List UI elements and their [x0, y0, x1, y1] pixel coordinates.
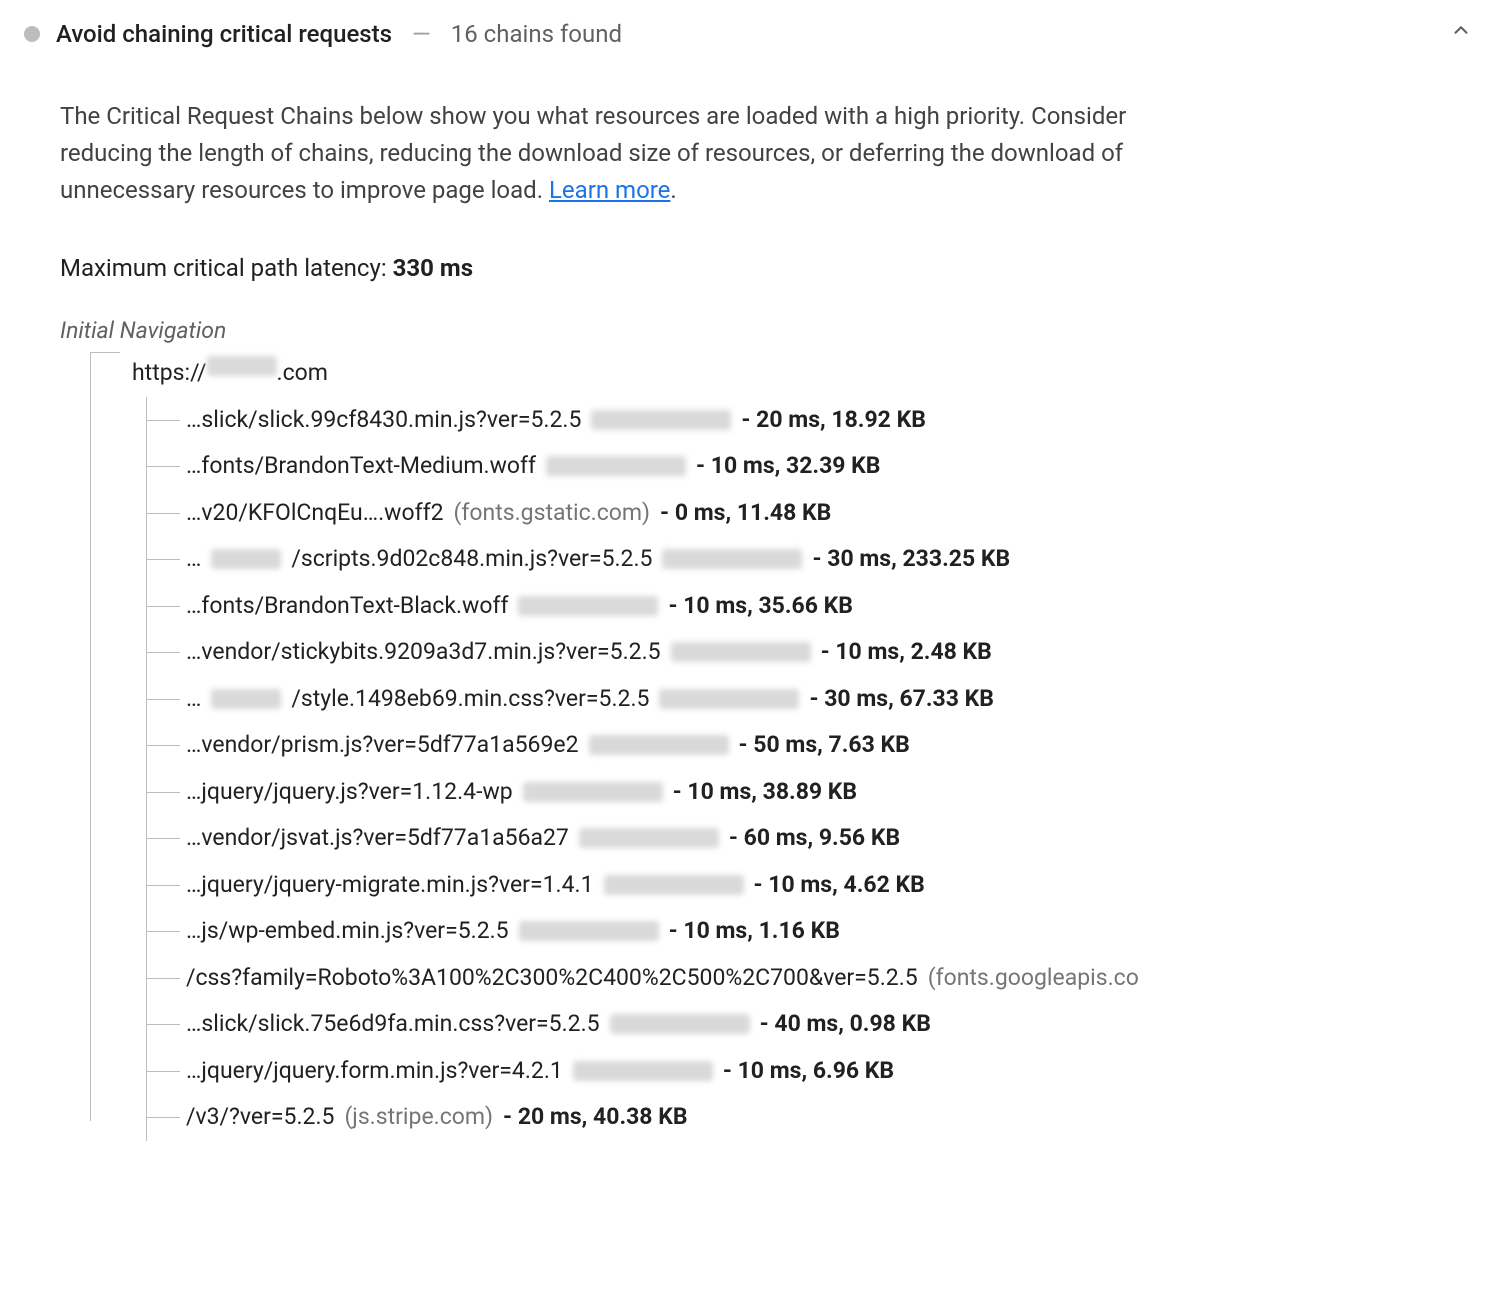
root-url: https://xxxx.com: [132, 352, 1472, 397]
initial-navigation-label: Initial Navigation: [60, 314, 1472, 349]
audit-description: The Critical Request Chains below show y…: [60, 98, 1140, 210]
chain-stats: - 50 ms, 7.63 KB: [739, 728, 910, 763]
chain-stats: - 10 ms, 6.96 KB: [723, 1054, 894, 1089]
chain-row: … xxxx/scripts.9d02c848.min.js?ver=5.2.5 x…: [186, 536, 1472, 583]
root-url-pre: https://: [132, 359, 207, 386]
chain-stats: - 10 ms, 1.16 KB: [669, 914, 840, 949]
chain-path: …jquery/jquery.form.min.js?ver=4.2.1: [186, 1054, 563, 1089]
redacted-host: xxxxxxx: [519, 921, 659, 941]
chain-path: …vendor/jsvat.js?ver=5df77a1a56a27: [186, 821, 569, 856]
audit-header[interactable]: Avoid chaining critical requests — 16 ch…: [24, 16, 1472, 52]
max-latency: Maximum critical path latency: 330 ms: [60, 250, 1472, 286]
chain-row: …jquery/jquery.js?ver=1.12.4-wp xxxxxxx - …: [186, 769, 1472, 816]
request-chain-list: …slick/slick.99cf8430.min.js?ver=5.2.5 xx…: [132, 397, 1472, 1141]
redacted-host: xxxxxxx: [573, 1061, 713, 1081]
chain-stats: - 20 ms, 40.38 KB: [503, 1100, 687, 1135]
chain-stats: - 10 ms, 4.62 KB: [754, 868, 925, 903]
chain-path: …vendor/prism.js?ver=5df77a1a569e2: [186, 728, 579, 763]
chain-stats: - 30 ms, 233.25 KB: [812, 542, 1010, 577]
chain-row: …slick/slick.99cf8430.min.js?ver=5.2.5 xx…: [186, 397, 1472, 444]
audit-panel: Avoid chaining critical requests — 16 ch…: [0, 0, 1496, 1165]
chain-count: 16 chains found: [451, 16, 622, 52]
audit-title: Avoid chaining critical requests: [56, 16, 392, 52]
max-latency-label: Maximum critical path latency:: [60, 254, 393, 282]
chevron-up-icon[interactable]: [1450, 18, 1472, 51]
chain-row: …vendor/jsvat.js?ver=5df77a1a56a27 xxxxxx…: [186, 815, 1472, 862]
chain-path: /css?family=Roboto%3A100%2C300%2C400%2C5…: [186, 961, 918, 996]
chain-host: (fonts.gstatic.com): [454, 496, 651, 531]
status-dot-icon: [24, 26, 40, 42]
chain-host: (js.stripe.com): [344, 1100, 493, 1135]
chain-path: …vendor/stickybits.9209a3d7.min.js?ver=5…: [186, 635, 661, 670]
redacted-host: xxxxxxx: [610, 1014, 750, 1034]
chain-path: /v3/?ver=5.2.5: [186, 1100, 334, 1135]
chain-path: …jquery/jquery.js?ver=1.12.4-wp: [186, 775, 513, 810]
chain-path-pre: …: [186, 682, 201, 717]
chain-row: …fonts/BrandonText-Medium.woff xxxxxxx - 1…: [186, 443, 1472, 490]
redacted-host: xxxxxxx: [518, 596, 658, 616]
chain-row: …js/wp-embed.min.js?ver=5.2.5 xxxxxxx - 10…: [186, 908, 1472, 955]
redacted-host: xxxxxxx: [579, 828, 719, 848]
chain-stats: - 40 ms, 0.98 KB: [760, 1007, 931, 1042]
tree-root: https://xxxx.com …slick/slick.99cf8430.m…: [60, 352, 1472, 1141]
redacted-host: xxxxxxx: [591, 410, 731, 430]
max-latency-value: 330 ms: [393, 254, 473, 282]
chain-stats: - 10 ms, 32.39 KB: [696, 449, 880, 484]
chain-row: …fonts/BrandonText-Black.woff xxxxxxx - 10…: [186, 583, 1472, 630]
chain-row: …v20/KFOlCnqEu….woff2 (fonts.gstatic.com)…: [186, 490, 1472, 537]
redacted-host: xxxxxxx: [671, 642, 811, 662]
learn-more-link[interactable]: Learn more: [549, 176, 670, 204]
chain-path-post: /style.1498eb69.min.css?ver=5.2.5: [291, 682, 649, 717]
redacted-host: xxxxxxx: [659, 689, 799, 709]
chain-row: /css?family=Roboto%3A100%2C300%2C400%2C5…: [186, 955, 1472, 1002]
chain-path-post: /scripts.9d02c848.min.js?ver=5.2.5: [291, 542, 652, 577]
chain-row: …vendor/prism.js?ver=5df77a1a569e2 xxxxxx…: [186, 722, 1472, 769]
chain-stats: - 60 ms, 9.56 KB: [729, 821, 900, 856]
chain-stats: - 10 ms, 2.48 KB: [821, 635, 992, 670]
chain-stats: - 30 ms, 67.33 KB: [809, 682, 993, 717]
chain-row: …jquery/jquery-migrate.min.js?ver=1.4.1 x…: [186, 862, 1472, 909]
redacted-path-segment: xxxx: [211, 549, 281, 569]
redacted-host: xxxxxxx: [662, 549, 802, 569]
chain-path: …slick/slick.75e6d9fa.min.css?ver=5.2.5: [186, 1007, 600, 1042]
redacted-host: xxxxxxx: [589, 735, 729, 755]
redacted-host: xxxxxxx: [523, 782, 663, 802]
chain-stats: - 10 ms, 38.89 KB: [673, 775, 857, 810]
chain-host: (fonts.googleapis.co: [928, 961, 1139, 996]
chain-path: …js/wp-embed.min.js?ver=5.2.5: [186, 914, 509, 949]
redacted-path-segment: xxxx: [211, 689, 281, 709]
chain-row: /v3/?ver=5.2.5 (js.stripe.com) - 20 ms, 40…: [186, 1094, 1472, 1141]
redacted-domain: xxxx: [207, 356, 277, 376]
chain-path: …slick/slick.99cf8430.min.js?ver=5.2.5: [186, 403, 581, 438]
chain-path: …fonts/BrandonText-Black.woff: [186, 589, 508, 624]
chain-path: …jquery/jquery-migrate.min.js?ver=1.4.1: [186, 868, 594, 903]
chain-stats: - 10 ms, 35.66 KB: [668, 589, 852, 624]
chain-row: …slick/slick.75e6d9fa.min.css?ver=5.2.5 x…: [186, 1001, 1472, 1048]
chain-row: …vendor/stickybits.9209a3d7.min.js?ver=5…: [186, 629, 1472, 676]
request-tree: https://xxxx.com …slick/slick.99cf8430.m…: [60, 352, 1472, 1141]
chain-path-pre: …: [186, 542, 201, 577]
chain-row: … xxxx/style.1498eb69.min.css?ver=5.2.5 xx…: [186, 676, 1472, 723]
redacted-host: xxxxxxx: [604, 875, 744, 895]
dash-separator: —: [412, 16, 431, 52]
redacted-host: xxxxxxx: [546, 456, 686, 476]
chain-stats: - 0 ms, 11.48 KB: [660, 496, 831, 531]
root-url-post: .com: [277, 359, 328, 386]
chain-path: …fonts/BrandonText-Medium.woff: [186, 449, 536, 484]
description-post: .: [670, 176, 676, 204]
chain-path: …v20/KFOlCnqEu….woff2: [186, 496, 444, 531]
chain-row: …jquery/jquery.form.min.js?ver=4.2.1 xxxx…: [186, 1048, 1472, 1095]
chain-stats: - 20 ms, 18.92 KB: [741, 403, 925, 438]
